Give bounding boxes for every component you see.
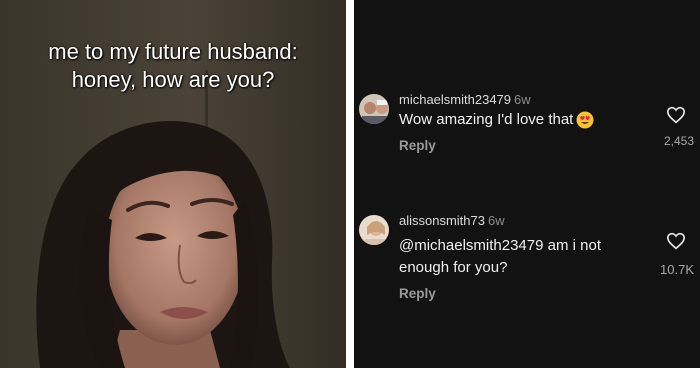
comment-header: alissonsmith73 6w xyxy=(399,213,505,228)
heart-outline-icon[interactable] xyxy=(666,232,686,250)
like-count: 2,453 xyxy=(663,134,694,148)
meme-caption: me to my future husband: honey, how are … xyxy=(0,38,346,94)
comment-text-line2: enough for you? xyxy=(399,259,508,276)
comment-text-content: Wow amazing I'd love that xyxy=(399,111,574,128)
comment-header: michaelsmith23479 6w xyxy=(399,92,531,107)
comment-username[interactable]: alissonsmith73 xyxy=(399,213,485,228)
comment-username[interactable]: michaelsmith23479 xyxy=(399,92,511,107)
comments-panel: michaelsmith23479 6w Wow amazing I'd love… xyxy=(354,0,700,368)
avatar-image-icon xyxy=(359,94,389,124)
comment-age: 6w xyxy=(514,92,531,107)
meme-caption-line2: honey, how are you? xyxy=(71,67,275,92)
screenshot-frame: me to my future husband: honey, how are … xyxy=(0,0,700,368)
comment-text: Wow amazing I'd love that xyxy=(399,109,594,131)
meme-panel: me to my future husband: honey, how are … xyxy=(0,0,346,368)
like-count: 10.7K xyxy=(660,262,694,277)
meme-caption-line1: me to my future husband: xyxy=(48,39,298,64)
avatar[interactable] xyxy=(359,215,389,245)
heart-eyes-emoji-icon xyxy=(576,111,594,129)
panel-divider xyxy=(346,0,354,368)
comment-age: 6w xyxy=(488,213,505,228)
reply-button[interactable]: Reply xyxy=(399,138,436,153)
heart-outline-icon[interactable] xyxy=(666,106,686,124)
avatar-image-icon xyxy=(359,215,389,245)
reply-button[interactable]: Reply xyxy=(399,286,436,301)
avatar[interactable] xyxy=(359,94,389,124)
comment-text-line1: @michaelsmith23479 am i not xyxy=(399,237,601,254)
